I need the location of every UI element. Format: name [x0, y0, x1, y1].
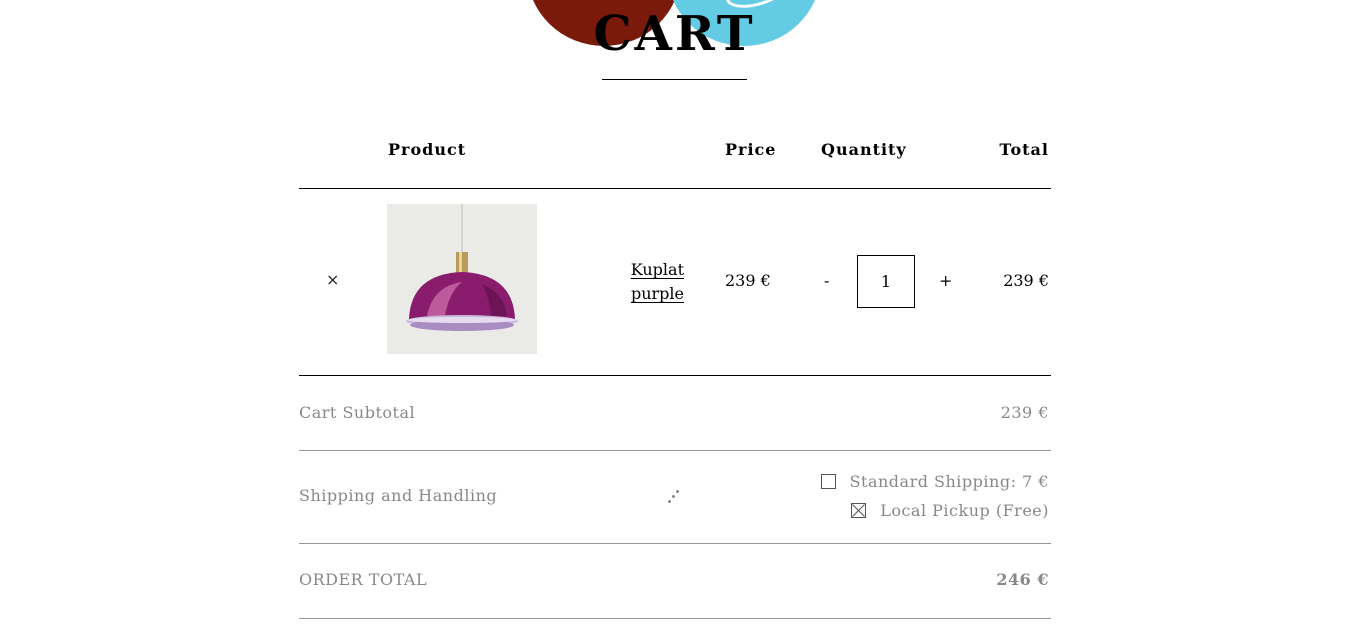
product-thumbnail[interactable] — [387, 204, 537, 354]
item-total: 239 € — [1003, 271, 1049, 290]
column-header-price: Price — [725, 140, 777, 159]
shipping-label: Shipping and Handling — [299, 486, 498, 505]
order-total-divider — [299, 618, 1051, 619]
order-total-value: 246 € — [996, 570, 1049, 589]
title-underline — [602, 79, 747, 80]
local-pickup-checkbox[interactable] — [851, 503, 867, 518]
shipping-option-local-pickup[interactable]: Local Pickup (Free) — [851, 501, 1049, 520]
shipping-divider — [299, 543, 1051, 544]
standard-shipping-checkbox[interactable] — [820, 474, 836, 489]
decrement-quantity-button[interactable]: - — [824, 271, 829, 290]
quantity-input[interactable] — [857, 255, 915, 308]
pendant-lamp-image — [406, 204, 518, 331]
increment-quantity-button[interactable]: + — [939, 271, 952, 290]
standard-shipping-label: Standard Shipping: 7 € — [849, 472, 1049, 491]
row-divider — [299, 375, 1051, 376]
local-pickup-label: Local Pickup (Free) — [880, 501, 1049, 520]
product-name-link[interactable]: Kuplat purple — [620, 258, 684, 306]
cart-subtotal-label: Cart Subtotal — [299, 403, 416, 422]
order-total-label: ORDER TOTAL — [299, 570, 428, 589]
cart-subtotal-value: 239 € — [1000, 403, 1049, 422]
column-header-quantity: Quantity — [821, 140, 907, 159]
loading-spinner-icon — [668, 489, 682, 505]
item-price: 239 € — [725, 271, 771, 290]
column-header-product: Product — [388, 140, 467, 159]
column-header-total: Total — [999, 140, 1049, 159]
page-title: CART — [593, 6, 756, 62]
subtotal-divider — [299, 450, 1051, 451]
header-divider — [299, 188, 1051, 189]
remove-item-button[interactable]: × — [326, 270, 339, 289]
shipping-option-standard[interactable]: Standard Shipping: 7 € — [820, 472, 1049, 491]
